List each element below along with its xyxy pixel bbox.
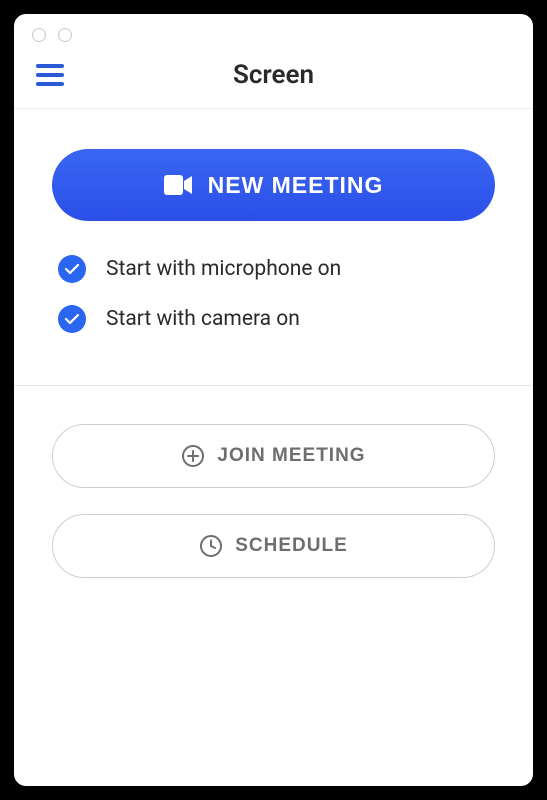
start-options: Start with microphone on Start with came… bbox=[52, 255, 495, 333]
option-microphone-label: Start with microphone on bbox=[106, 257, 341, 281]
page-title: Screen bbox=[36, 60, 511, 90]
plus-circle-icon bbox=[181, 444, 205, 468]
check-icon bbox=[58, 305, 86, 333]
window-controls bbox=[14, 14, 533, 50]
join-meeting-button[interactable]: JOIN MEETING bbox=[52, 424, 495, 488]
option-microphone[interactable]: Start with microphone on bbox=[58, 255, 489, 283]
check-icon bbox=[58, 255, 86, 283]
window-close-dot[interactable] bbox=[32, 28, 46, 42]
schedule-label: SCHEDULE bbox=[235, 535, 348, 557]
main-section: NEW MEETING Start with microphone on Sta… bbox=[14, 109, 533, 343]
new-meeting-button[interactable]: NEW MEETING bbox=[52, 149, 495, 221]
secondary-actions: JOIN MEETING SCHEDULE bbox=[14, 386, 533, 616]
video-camera-icon bbox=[164, 175, 192, 195]
schedule-button[interactable]: SCHEDULE bbox=[52, 514, 495, 578]
clock-icon bbox=[199, 534, 223, 558]
new-meeting-label: NEW MEETING bbox=[208, 172, 384, 199]
join-meeting-label: JOIN MEETING bbox=[217, 445, 365, 467]
app-window: Screen NEW MEETING Start with microphone… bbox=[14, 14, 533, 786]
option-camera[interactable]: Start with camera on bbox=[58, 305, 489, 333]
option-camera-label: Start with camera on bbox=[106, 307, 300, 331]
window-minimize-dot[interactable] bbox=[58, 28, 72, 42]
header-bar: Screen bbox=[14, 50, 533, 109]
